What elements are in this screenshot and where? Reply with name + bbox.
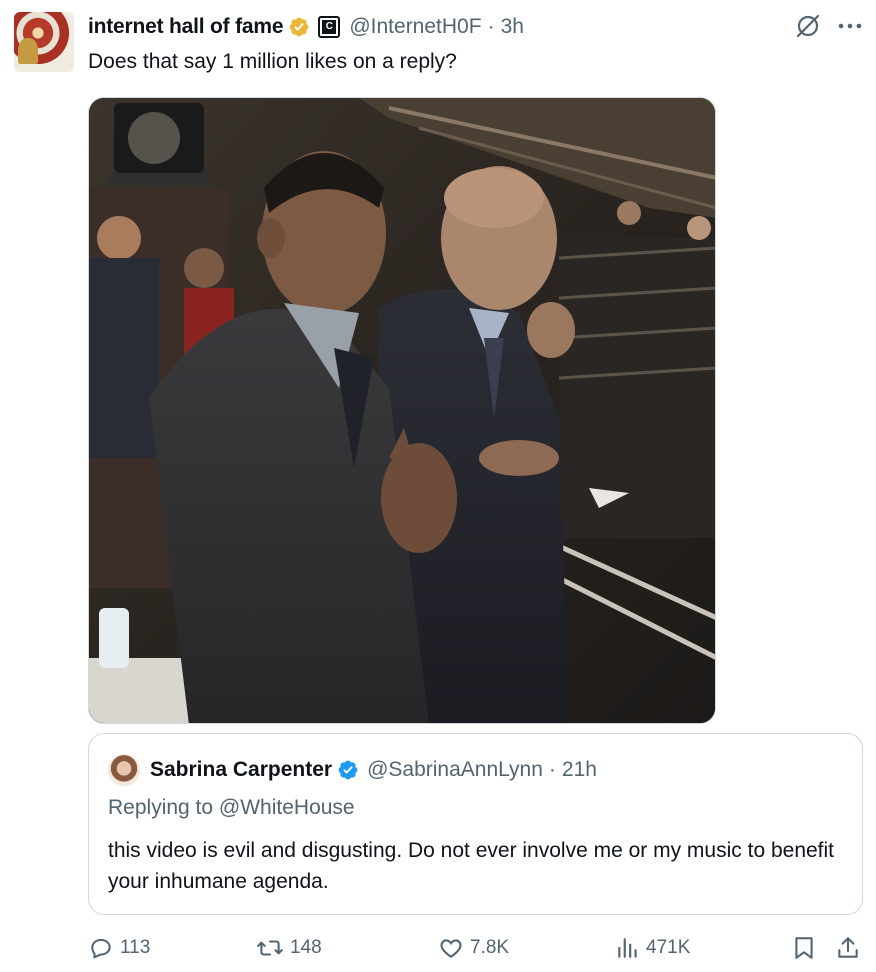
replying-to-line: Replying to @WhiteHouse: [108, 794, 355, 822]
quoted-author-avatar[interactable]: [108, 754, 140, 786]
separator-dot: ·: [548, 758, 556, 781]
reply-button[interactable]: 113: [88, 931, 150, 965]
verified-gold-icon: [289, 17, 309, 37]
tweet-photo[interactable]: [88, 97, 716, 724]
views-count: 471K: [646, 937, 691, 958]
views-icon: [618, 938, 637, 958]
affiliate-badge-icon[interactable]: C: [318, 16, 341, 38]
retweet-count: 148: [290, 937, 322, 958]
like-icon: [440, 939, 462, 958]
bookmark-icon: [795, 937, 813, 959]
separator-dot: ·: [487, 15, 495, 38]
more-icon[interactable]: [838, 22, 862, 30]
author-avatar[interactable]: [14, 12, 74, 72]
tweet-time[interactable]: 3h: [501, 15, 524, 39]
reply-count: 113: [120, 937, 151, 958]
quoted-author-display-name[interactable]: Sabrina Carpenter: [150, 758, 332, 782]
tweet-text: Does that say 1 million likes on a reply…: [88, 50, 457, 73]
retweet-button[interactable]: 148: [256, 931, 322, 965]
quoted-tweet-text: this video is evil and disgusting. Do no…: [108, 839, 835, 893]
quoted-tweet-header: Sabrina Carpenter @SabrinaAnnLynn · 21h: [108, 754, 597, 786]
like-count: 7.8K: [470, 937, 510, 958]
bookmark-button[interactable]: [792, 931, 816, 965]
quoted-tweet[interactable]: Sabrina Carpenter @SabrinaAnnLynn · 21h …: [88, 733, 863, 915]
like-button[interactable]: 7.8K: [438, 931, 509, 965]
author-display-name[interactable]: internet hall of fame: [88, 15, 284, 39]
tweet-header: internet hall of fame C @InternetH0F · 3…: [88, 13, 524, 41]
reply-icon: [91, 938, 111, 959]
views-button[interactable]: 471K: [616, 931, 690, 965]
share-button[interactable]: [836, 931, 860, 965]
retweet-icon: [257, 940, 283, 956]
quoted-tweet-time[interactable]: 21h: [562, 758, 597, 782]
verified-blue-icon: [338, 760, 358, 780]
replying-to-mention[interactable]: @WhiteHouse: [219, 796, 355, 819]
tweet-top-actions: [794, 12, 862, 40]
replying-to-prefix: Replying to: [108, 796, 214, 819]
quoted-author-handle[interactable]: @SabrinaAnnLynn: [367, 758, 543, 782]
tweet-action-bar: 113 148 7.8K 471K: [88, 931, 863, 965]
author-handle[interactable]: @InternetH0F: [349, 15, 481, 39]
share-icon: [838, 937, 858, 958]
grok-icon[interactable]: [794, 12, 822, 40]
